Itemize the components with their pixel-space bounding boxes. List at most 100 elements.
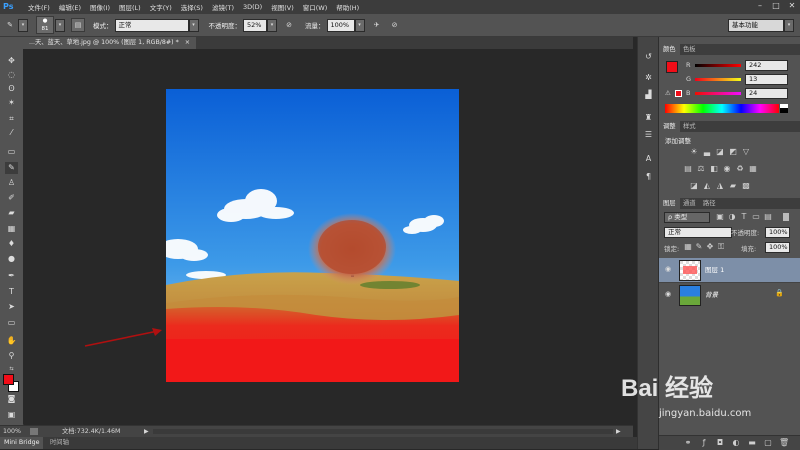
path-selection-tool-icon[interactable]: ➤ (5, 301, 18, 313)
brush-tool-icon[interactable]: ✎ (5, 162, 18, 174)
tab-styles[interactable]: 样式 (679, 121, 700, 132)
layer-row-background[interactable]: ◉ 背景 🔒 (659, 282, 800, 307)
document-image[interactable] (166, 89, 459, 382)
color-spectrum-bar[interactable] (665, 104, 779, 113)
paragraph-panel-icon[interactable]: ¶ (642, 171, 655, 183)
crop-tool-icon[interactable]: ⌗ (5, 113, 18, 125)
history-brush-tool-icon[interactable]: ✐ (5, 192, 18, 204)
quick-mask-icon[interactable]: ◙ (5, 393, 18, 405)
layer-row-1[interactable]: ◉ 图层 1 (659, 258, 800, 282)
lock-position-icon[interactable]: ✥ (705, 242, 715, 252)
brush-picker-dropdown[interactable]: ▾ (55, 18, 65, 32)
color-balance-icon[interactable]: ⚖ (696, 164, 706, 174)
navigator-panel-icon[interactable]: ✲ (642, 72, 655, 84)
history-panel-icon[interactable]: ↺ (642, 51, 655, 63)
spectrum-black[interactable] (780, 108, 788, 113)
b-slider[interactable] (695, 92, 741, 95)
posterize-icon[interactable]: ◭ (702, 181, 712, 191)
tool-preset-dropdown[interactable]: ▾ (18, 18, 28, 32)
zoom-level[interactable]: 100% (3, 426, 21, 437)
maximize-button[interactable]: □ (768, 0, 784, 12)
curves-icon[interactable]: ◪ (715, 147, 725, 157)
fill-input[interactable]: 100% (765, 242, 790, 253)
screen-mode-icon[interactable]: ▣ (5, 409, 18, 421)
menu-filter[interactable]: 滤镜(T) (212, 2, 234, 12)
close-window-button[interactable]: ✕ (784, 0, 800, 12)
workspace-select[interactable]: 基本功能 (728, 18, 784, 32)
menu-window[interactable]: 窗口(W) (303, 2, 328, 12)
shape-tool-icon[interactable]: ▭ (5, 317, 18, 329)
hand-tool-icon[interactable]: ✋ (5, 335, 18, 347)
brush-tool-preset-icon[interactable]: ✎ (4, 19, 16, 31)
tab-channels[interactable]: 通道 (679, 198, 700, 209)
properties-panel-icon[interactable]: ☰ (642, 129, 655, 141)
eraser-tool-icon[interactable]: ▰ (5, 207, 18, 219)
flow-dropdown[interactable]: ▾ (354, 18, 365, 32)
filter-toggle[interactable] (783, 213, 789, 221)
layer-opacity-input[interactable]: 100% (765, 227, 790, 238)
r-slider[interactable] (695, 64, 741, 67)
menu-select[interactable]: 选择(S) (181, 2, 203, 12)
layer-name[interactable]: 图层 1 (705, 264, 724, 274)
menu-file[interactable]: 文件(F) (28, 2, 50, 12)
flow-input[interactable]: 100% (326, 18, 355, 32)
menu-view[interactable]: 视图(V) (271, 2, 294, 12)
photo-filter-icon[interactable]: ◉ (722, 164, 732, 174)
gamut-swatch[interactable] (675, 90, 682, 97)
g-value[interactable]: 13 (745, 74, 788, 85)
workspace-dropdown[interactable]: ▾ (784, 18, 794, 32)
color-panel-foreground-swatch[interactable] (666, 61, 678, 73)
eyedropper-tool-icon[interactable]: ⁄ (5, 127, 18, 139)
black-white-icon[interactable]: ◧ (709, 164, 719, 174)
menu-image[interactable]: 图像(I) (90, 2, 110, 12)
layer-filter-kind[interactable]: ρ 类型 (664, 212, 710, 223)
type-tool-icon[interactable]: T (5, 286, 18, 298)
tab-paths[interactable]: 路径 (699, 198, 720, 209)
lock-transparent-icon[interactable]: ▦ (683, 242, 693, 252)
brush-size-picker[interactable]: ● 81 (36, 16, 54, 34)
opacity-dropdown[interactable]: ▾ (267, 18, 277, 32)
channel-mixer-icon[interactable]: ♻ (735, 164, 745, 174)
brush-presets-panel-icon[interactable]: ♜ (642, 112, 655, 124)
vibrance-icon[interactable]: ▽ (741, 147, 751, 157)
blur-tool-icon[interactable]: ♦ (5, 238, 18, 250)
selective-color-icon[interactable]: ▰ (728, 181, 738, 191)
invert-icon[interactable]: ◪ (689, 181, 699, 191)
magic-wand-tool-icon[interactable]: ✶ (5, 97, 18, 109)
mode-dropdown[interactable]: ▾ (188, 18, 199, 32)
tab-color[interactable]: 颜色 (659, 44, 680, 55)
histogram-panel-icon[interactable]: ▟ (642, 89, 655, 101)
opacity-input[interactable]: 52% (243, 18, 267, 32)
clone-stamp-tool-icon[interactable]: ♙ (5, 177, 18, 189)
lock-image-icon[interactable]: ✎ (694, 242, 704, 252)
tab-timeline[interactable]: 时间轴 (46, 437, 73, 449)
lock-all-icon[interactable]: ⚿ (716, 242, 726, 252)
tab-adjustments[interactable]: 调整 (659, 121, 680, 132)
exposure-icon[interactable]: ◩ (728, 147, 738, 157)
filter-type-icon[interactable]: T (739, 212, 749, 222)
filter-smart-object-icon[interactable]: ▤ (763, 212, 773, 222)
mode-select[interactable]: 正常 (114, 18, 189, 32)
document-tab-close[interactable]: × (185, 39, 190, 46)
lasso-tool-icon[interactable]: ʘ (5, 83, 18, 95)
delete-layer-icon[interactable]: 🗑 (779, 438, 789, 448)
marquee-tool-icon[interactable]: ◌ (5, 69, 18, 81)
menu-3d[interactable]: 3D(D) (243, 3, 262, 11)
character-panel-icon[interactable]: A (642, 153, 655, 165)
status-icon[interactable] (30, 428, 38, 435)
pressure-opacity-icon[interactable]: ⊘ (283, 19, 295, 31)
filter-shape-icon[interactable]: ▭ (751, 212, 761, 222)
pressure-size-icon[interactable]: ⊘ (389, 19, 401, 31)
pen-tool-icon[interactable]: ✒ (5, 270, 18, 282)
tab-mini-bridge[interactable]: Mini Bridge (0, 437, 44, 449)
status-menu-arrow-icon[interactable]: ▶ (144, 426, 149, 437)
gradient-tool-icon[interactable]: ▦ (5, 223, 18, 235)
horizontal-scrollbar[interactable] (153, 429, 613, 434)
hue-saturation-icon[interactable]: ▤ (683, 164, 693, 174)
airbrush-icon[interactable]: ✈ (371, 19, 383, 31)
gradient-map-icon[interactable]: ▩ (741, 181, 751, 191)
color-lookup-icon[interactable]: ▦ (748, 164, 758, 174)
menu-layer[interactable]: 图层(L) (119, 2, 141, 12)
menu-help[interactable]: 帮助(H) (336, 2, 359, 12)
foreground-color-swatch[interactable] (3, 374, 14, 385)
